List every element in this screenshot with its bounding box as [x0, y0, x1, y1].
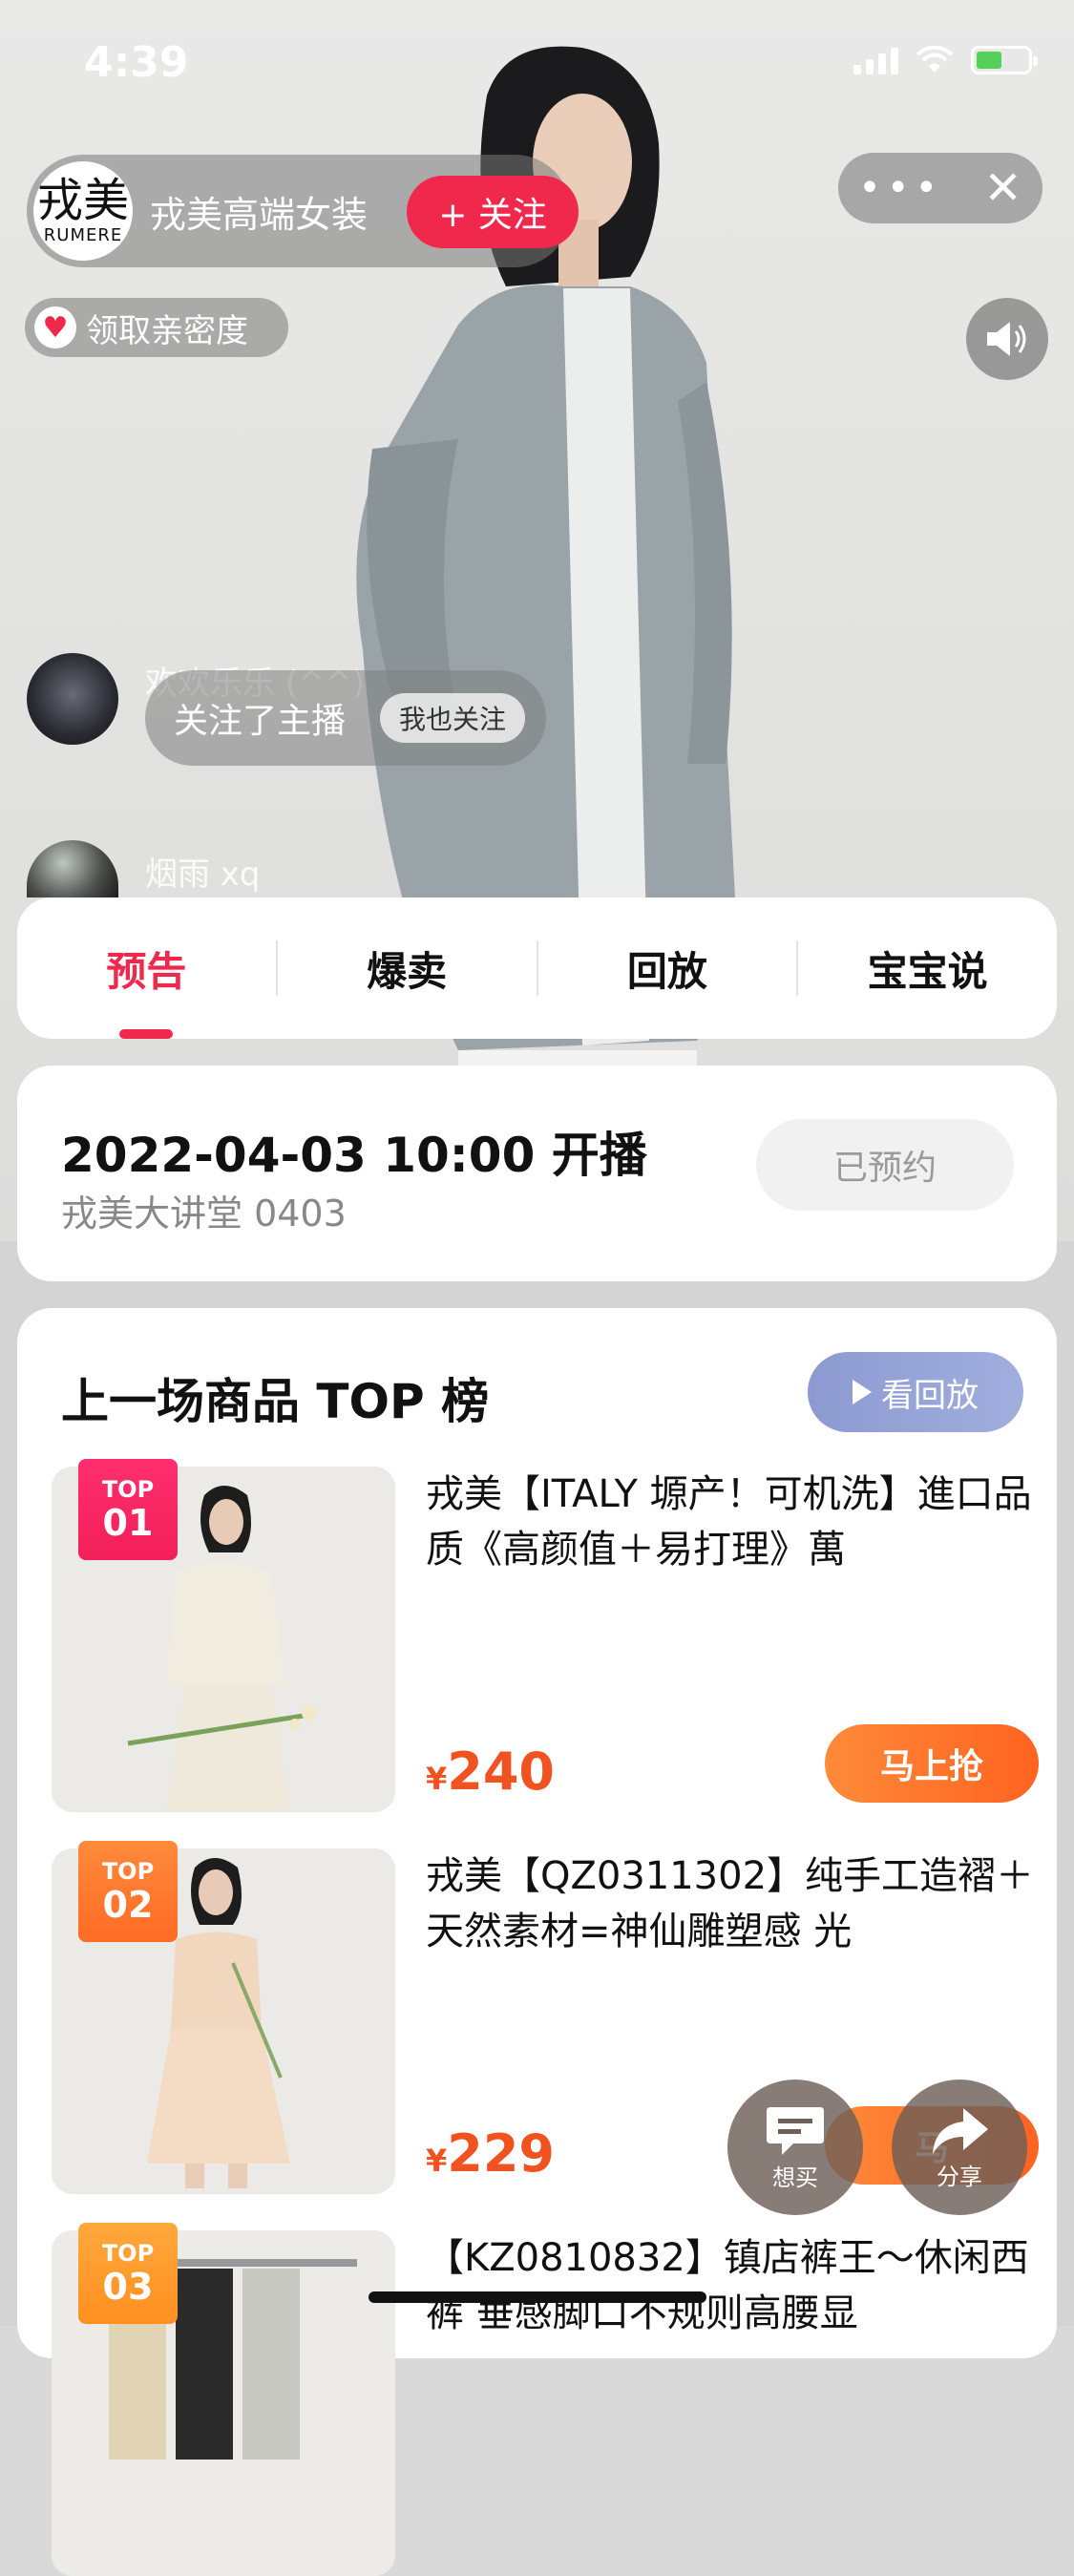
- product-title[interactable]: 戎美【QZ0311302】纯手工造褶＋天然素材=神仙雕塑感 光: [426, 1848, 1037, 1959]
- tab-hot-sale[interactable]: 爆卖: [278, 897, 537, 1039]
- schedule-card: 2022-04-03 10:00 开播 戎美大讲堂 0403 已预约: [17, 1066, 1057, 1281]
- share-label: 分享: [937, 2163, 982, 2190]
- top-rank-badge: TOP 02: [78, 1841, 178, 1942]
- heart-icon: ♥: [34, 306, 76, 348]
- top-list-title: 上一场商品 TOP 榜: [61, 1374, 490, 1429]
- cellular-signal-icon: [853, 46, 898, 74]
- close-icon[interactable]: ✕: [984, 161, 1022, 215]
- follow-button[interactable]: + 关注: [407, 176, 579, 248]
- product-item[interactable]: TOP 01 戎美【ITALY 塬产！可机洗】進口品质《高颜值＋易打理》萬 ¥2…: [52, 1459, 1039, 1812]
- me-too-follow-button[interactable]: 我也关注: [380, 693, 526, 743]
- battery-icon: [971, 46, 1038, 74]
- product-title[interactable]: 戎美【ITALY 塬产！可机洗】進口品质《高颜值＋易打理》萬: [426, 1467, 1037, 1577]
- store-header[interactable]: 戎美 RUMERE 戎美高端女装 + 关注: [27, 155, 579, 267]
- comment-bubble: 关注了主播 我也关注: [145, 670, 546, 766]
- intimacy-label: 领取亲密度: [86, 311, 248, 350]
- comment-username: 烟雨 xq: [145, 855, 261, 894]
- status-time: 4:39: [84, 38, 189, 87]
- tab-replay[interactable]: 回放: [538, 897, 797, 1039]
- chat-bubble-icon: [767, 2106, 824, 2155]
- product-title[interactable]: 【KZ0810832】镇店裤王～休闲西裤 垂感脚口不规则高腰显: [426, 2230, 1037, 2341]
- booked-button[interactable]: 已预约: [756, 1119, 1014, 1211]
- share-button[interactable]: 分享: [892, 2080, 1027, 2215]
- tab-preview[interactable]: 预告: [17, 897, 276, 1039]
- more-icon[interactable]: •••: [858, 166, 943, 210]
- buy-now-button[interactable]: 马上抢: [825, 1724, 1039, 1803]
- live-start-time: 2022-04-03 10:00 开播: [61, 1128, 647, 1183]
- speaker-icon: [987, 322, 1026, 356]
- intimacy-button[interactable]: ♥ 领取亲密度: [25, 298, 288, 357]
- sound-button[interactable]: [966, 298, 1048, 380]
- want-buy-button[interactable]: 想买: [727, 2080, 863, 2215]
- comment-text: 关注了主播: [174, 702, 347, 741]
- home-indicator: [369, 2291, 706, 2303]
- top-products-card: 上一场商品 TOP 榜 看回放 TOP 01 戎美【ITALY 塬产！可机洗】進…: [17, 1308, 1057, 2576]
- live-subtitle: 戎美大讲堂 0403: [61, 1193, 347, 1235]
- product-item[interactable]: TOP 03 【KZ0810832】镇店裤王～休闲西裤 垂感脚口不规则高腰显: [52, 2223, 1037, 2576]
- tab-reviews[interactable]: 宝宝说: [798, 897, 1057, 1039]
- status-icons: [853, 46, 1038, 74]
- store-avatar[interactable]: 戎美 RUMERE: [33, 161, 133, 261]
- want-buy-label: 想买: [772, 2164, 818, 2191]
- play-icon: [853, 1380, 872, 1404]
- product-item[interactable]: TOP 02 戎美【QZ0311302】纯手工造褶＋天然素材=神仙雕塑感 光 ¥…: [52, 1841, 1039, 2194]
- tab-bar: 预告 爆卖 回放 宝宝说: [17, 897, 1057, 1039]
- comment-avatar[interactable]: [27, 653, 118, 745]
- store-logo-text: 戎美: [36, 173, 129, 227]
- wifi-icon: [916, 46, 954, 73]
- top-rank-badge: TOP 03: [78, 2223, 178, 2324]
- watch-replay-label: 看回放: [881, 1376, 979, 1415]
- product-price: ¥229: [426, 2123, 555, 2184]
- store-logo-subtext: RUMERE: [43, 224, 123, 245]
- store-name: 戎美高端女装: [150, 193, 369, 236]
- capsule-menu: ••• ✕: [838, 153, 1042, 223]
- product-price: ¥240: [426, 1742, 555, 1802]
- share-arrow-icon: [933, 2107, 988, 2154]
- watch-replay-button[interactable]: 看回放: [808, 1352, 1023, 1432]
- top-rank-badge: TOP 01: [78, 1459, 178, 1560]
